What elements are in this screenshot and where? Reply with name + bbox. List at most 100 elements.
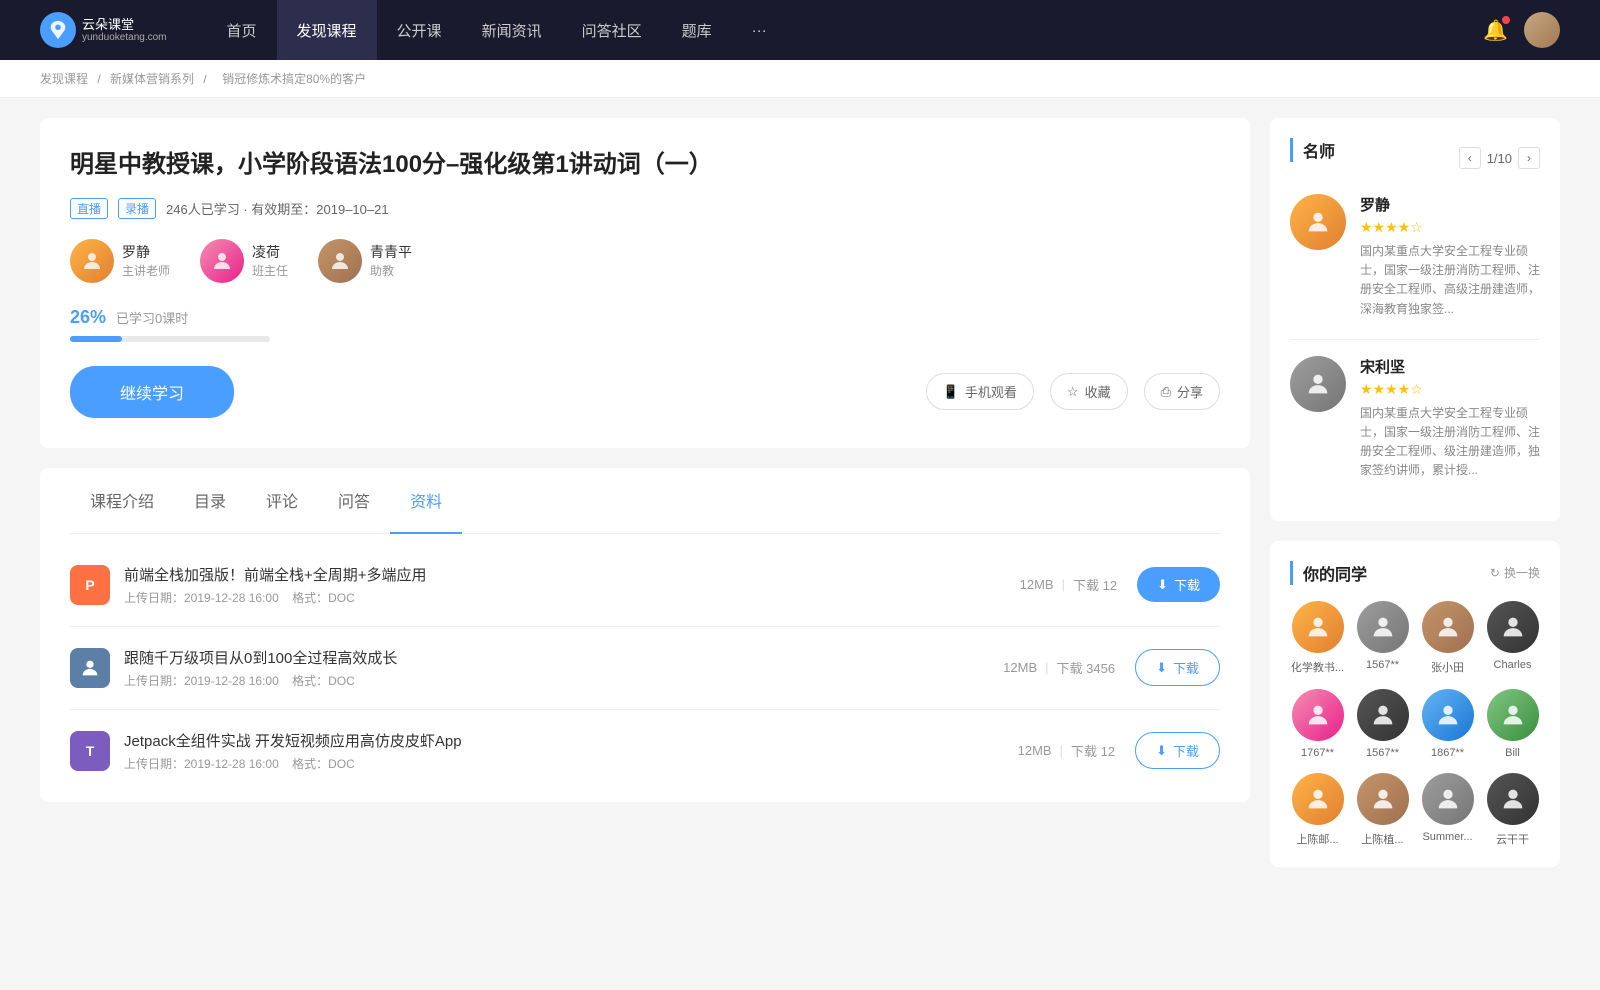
prev-teacher-btn[interactable]: ‹	[1459, 147, 1481, 169]
classmate-name-3: 张小田	[1431, 659, 1464, 675]
classmate-item: 上陈植...	[1355, 773, 1410, 847]
teacher-3-role: 助教	[370, 262, 412, 279]
share-button[interactable]: ⎙ 分享	[1144, 373, 1220, 410]
classmate-name-6: 1567**	[1366, 747, 1399, 759]
classmate-avatar-3	[1422, 601, 1474, 653]
user-avatar[interactable]	[1524, 12, 1560, 48]
breadcrumb-discover[interactable]: 发现课程	[40, 72, 88, 86]
file-3-meta: 上传日期：2019-12-28 16:00 格式：DOC	[124, 755, 1018, 772]
download-button-2[interactable]: ⬇ 下载	[1135, 649, 1220, 686]
teacher-2: 凌荷 班主任	[200, 239, 288, 283]
download-icon-3: ⬇	[1156, 743, 1167, 759]
nav-news[interactable]: 新闻资讯	[462, 0, 562, 60]
file-1-downloads: 下载 12	[1073, 575, 1117, 594]
mobile-icon: 📱	[943, 384, 959, 400]
teacher-3: 青青平 助教	[318, 239, 412, 283]
classmate-name-5: 1767**	[1301, 747, 1334, 759]
nav-home[interactable]: 首页	[207, 0, 277, 60]
refresh-classmates-button[interactable]: ↻ 换一换	[1490, 564, 1540, 581]
progress-bar-fill	[70, 336, 122, 342]
logo[interactable]: 云朵课堂 yunduoketang.com	[40, 12, 167, 48]
progress-header: 26% 已学习0课时	[70, 307, 1220, 328]
share-icon: ⎙	[1161, 384, 1171, 400]
file-item: 跟随千万级项目从0到100全过程高效成长 上传日期：2019-12-28 16:…	[70, 627, 1220, 710]
file-icon-t: T	[70, 731, 110, 771]
tab-materials[interactable]: 资料	[390, 468, 462, 534]
teacher-page-num: 1/10	[1487, 151, 1512, 166]
classmate-item: Bill	[1485, 689, 1540, 759]
classmates-header: 你的同学 ↻ 换一换	[1290, 561, 1540, 585]
teachers-sidebar-title: 名师	[1290, 138, 1335, 162]
breadcrumb-current: 销冠修炼术搞定80%的客户	[222, 72, 366, 86]
classmates-grid: 化学教书... 1567** 张小田	[1290, 601, 1540, 847]
breadcrumb-sep1: /	[97, 72, 104, 86]
classmate-avatar-11	[1422, 773, 1474, 825]
progress-label: 已学习0课时	[116, 308, 188, 327]
classmate-name-7: 1867**	[1431, 747, 1464, 759]
bell-button[interactable]: 🔔	[1483, 18, 1508, 43]
teacher-1: 罗静 主讲老师	[70, 239, 170, 283]
sidebar-teacher-1-avatar	[1290, 194, 1346, 250]
file-item: P 前端全栈加强版！前端全栈+全周期+多端应用 上传日期：2019-12-28 …	[70, 544, 1220, 627]
download-button-1[interactable]: ⬇ 下载	[1137, 567, 1220, 602]
file-item: T Jetpack全组件实战 开发短视频应用高仿皮皮虾App 上传日期：2019…	[70, 710, 1220, 792]
course-actions: 继续学习 📱 手机观看 ☆ 收藏 ⎙ 分享	[70, 366, 1220, 418]
notification-dot	[1502, 16, 1510, 24]
classmate-item: 化学教书...	[1290, 601, 1345, 675]
sidebar-teacher-2-stars: ★★★★☆	[1360, 381, 1540, 398]
breadcrumb: 发现课程 / 新媒体营销系列 / 销冠修炼术搞定80%的客户	[0, 60, 1600, 98]
teacher-1-role: 主讲老师	[122, 262, 170, 279]
tab-reviews[interactable]: 评论	[246, 468, 318, 534]
classmate-name-bill: Bill	[1505, 747, 1520, 759]
tabs-header: 课程介绍 目录 评论 问答 资料	[70, 468, 1220, 534]
classmate-avatar-2	[1357, 601, 1409, 653]
breadcrumb-series[interactable]: 新媒体营销系列	[110, 72, 194, 86]
classmate-name-12: 云干干	[1496, 831, 1529, 847]
sidebar-teacher-1-desc: 国内某重点大学安全工程专业硕士，国家一级注册消防工程师、注册安全工程师、高级注册…	[1360, 242, 1540, 319]
course-meta-text: 246人已学习 · 有效期至：2019–10–21	[166, 199, 389, 218]
course-title: 明星中教授课，小学阶段语法100分–强化级第1讲动词（一）	[70, 148, 1220, 182]
tab-intro[interactable]: 课程介绍	[70, 468, 174, 534]
file-2-stats: 12MB | 下载 3456	[1003, 658, 1115, 677]
classmate-avatar-10	[1357, 773, 1409, 825]
classmate-item: Charles	[1485, 601, 1540, 675]
logo-sub: yunduoketang.com	[82, 32, 167, 43]
classmate-avatar-bill	[1487, 689, 1539, 741]
teacher-1-name: 罗静	[122, 242, 170, 262]
tab-qa[interactable]: 问答	[318, 468, 390, 534]
classmate-avatar-6	[1357, 689, 1409, 741]
tab-catalog[interactable]: 目录	[174, 468, 246, 534]
file-1-size: 12MB	[1020, 577, 1054, 592]
nav-more[interactable]: ···	[732, 0, 787, 60]
sidebar-teacher-2-avatar	[1290, 356, 1346, 412]
continue-button[interactable]: 继续学习	[70, 366, 234, 418]
teacher-3-name: 青青平	[370, 242, 412, 262]
collect-button[interactable]: ☆ 收藏	[1050, 373, 1128, 410]
teacher-2-name: 凌荷	[252, 242, 288, 262]
file-list: P 前端全栈加强版！前端全栈+全周期+多端应用 上传日期：2019-12-28 …	[70, 534, 1220, 802]
classmate-item: Summer...	[1420, 773, 1475, 847]
sidebar-teacher-1-stars: ★★★★☆	[1360, 219, 1540, 236]
logo-text-block: 云朵课堂 yunduoketang.com	[82, 17, 167, 44]
nav-quiz[interactable]: 题库	[662, 0, 732, 60]
nav-qa[interactable]: 问答社区	[562, 0, 662, 60]
badge-record: 录播	[118, 198, 156, 219]
nav-open[interactable]: 公开课	[377, 0, 462, 60]
next-teacher-btn[interactable]: ›	[1518, 147, 1540, 169]
download-icon-2: ⬇	[1156, 660, 1167, 676]
classmate-item: 1767**	[1290, 689, 1345, 759]
nav-right: 🔔	[1483, 12, 1560, 48]
file-3-info: Jetpack全组件实战 开发短视频应用高仿皮皮虾App 上传日期：2019-1…	[124, 730, 1018, 772]
download-icon-1: ⬇	[1157, 577, 1168, 593]
nav-discover[interactable]: 发现课程	[277, 0, 377, 60]
classmate-avatar-12	[1487, 773, 1539, 825]
classmate-item: 1567**	[1355, 689, 1410, 759]
mobile-watch-button[interactable]: 📱 手机观看	[926, 373, 1034, 410]
progress-bar-bg	[70, 336, 270, 342]
progress-section: 26% 已学习0课时	[70, 307, 1220, 342]
classmate-avatar-7	[1422, 689, 1474, 741]
file-icon-p: P	[70, 565, 110, 605]
sidebar-teacher-2-name: 宋利坚	[1360, 356, 1540, 377]
sidebar-teacher-2: 宋利坚 ★★★★☆ 国内某重点大学安全工程专业硕士，国家一级注册消防工程师、注册…	[1290, 356, 1540, 481]
download-button-3[interactable]: ⬇ 下载	[1135, 732, 1220, 769]
